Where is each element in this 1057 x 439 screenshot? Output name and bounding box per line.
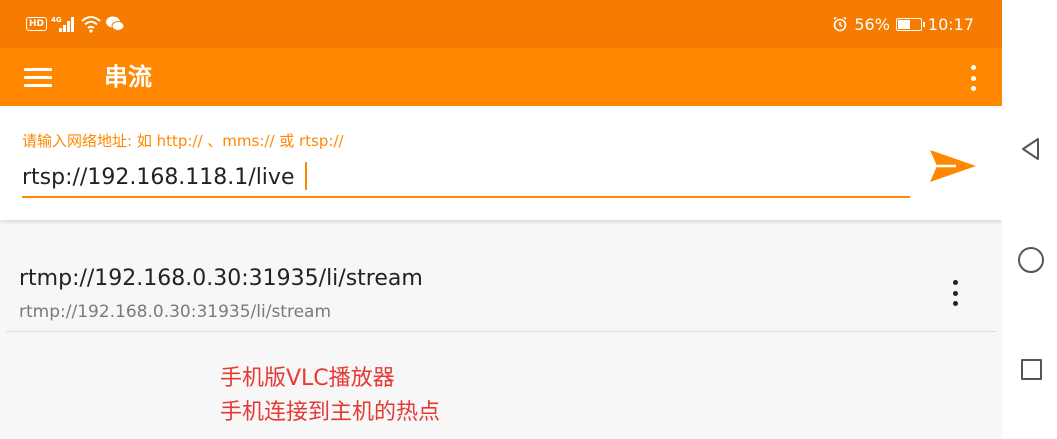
url-hint-label: 请输入网络地址: 如 http:// 、mms:// 或 rtsp:// xyxy=(22,132,344,150)
url-input[interactable] xyxy=(22,158,910,198)
navigation-bar xyxy=(1002,0,1057,439)
network-type: 4G xyxy=(51,16,62,24)
status-bar: HD 4G 56% 10:17 xyxy=(0,0,1002,48)
status-time: 10:17 xyxy=(927,14,974,34)
overflow-menu-icon[interactable] xyxy=(968,65,978,91)
alarm-icon xyxy=(833,16,847,32)
back-icon[interactable] xyxy=(1018,136,1044,162)
text-cursor xyxy=(305,162,307,190)
history-item-title: rtmp://192.168.0.30:31935/li/stream xyxy=(19,266,423,291)
phone-screen: HD 4G 56% 10:17 串流 请输入网络地址: 如 http:// 、m… xyxy=(0,0,1002,439)
battery-percent: 56% xyxy=(854,14,890,34)
menu-icon[interactable] xyxy=(24,63,54,91)
item-overflow-icon[interactable] xyxy=(950,280,960,306)
wechat-icon xyxy=(106,16,125,31)
status-left: HD 4G xyxy=(26,13,125,35)
history-list-item[interactable]: rtmp://192.168.0.30:31935/li/stream rtmp… xyxy=(6,252,996,332)
recent-apps-icon[interactable] xyxy=(1021,359,1042,380)
annotation-line-2: 手机连接到主机的热点 xyxy=(220,400,441,425)
annotation-line-1: 手机版VLC播放器 xyxy=(220,366,395,391)
battery-fill xyxy=(897,19,910,29)
app-bar: 串流 xyxy=(0,48,1002,106)
history-item-subtitle: rtmp://192.168.0.30:31935/li/stream xyxy=(19,302,332,322)
hd-badge: HD xyxy=(26,17,48,31)
stream-input-card: 请输入网络地址: 如 http:// 、mms:// 或 rtsp:// xyxy=(0,106,1002,220)
signal-icon: 4G xyxy=(51,16,75,32)
battery-icon xyxy=(895,17,925,31)
wifi-icon xyxy=(81,16,101,33)
page-title: 串流 xyxy=(104,63,152,91)
status-right: 56% 10:17 xyxy=(832,13,974,35)
home-icon[interactable] xyxy=(1018,247,1044,273)
send-icon[interactable] xyxy=(926,144,980,188)
